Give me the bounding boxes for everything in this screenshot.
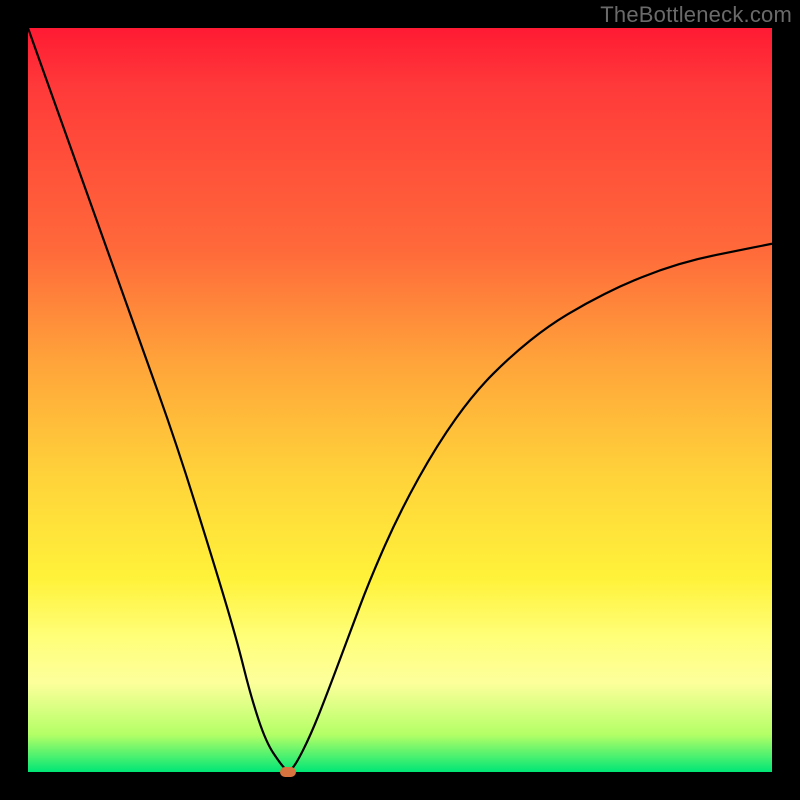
bottleneck-curve xyxy=(28,28,772,770)
watermark-text: TheBottleneck.com xyxy=(600,2,792,28)
minimum-marker xyxy=(280,767,296,777)
curve-layer xyxy=(28,28,772,772)
chart-frame: TheBottleneck.com xyxy=(0,0,800,800)
plot-area xyxy=(28,28,772,772)
